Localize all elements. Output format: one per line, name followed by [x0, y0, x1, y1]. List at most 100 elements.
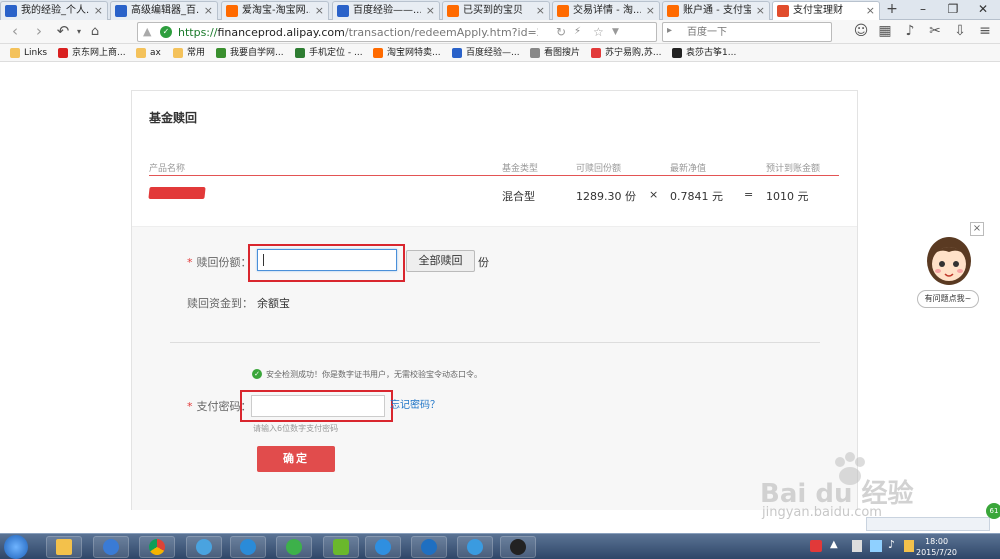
payment-password-input[interactable]	[251, 395, 385, 417]
close-icon[interactable]: ×	[536, 2, 545, 19]
menu-icon[interactable]: ≡	[976, 23, 994, 41]
bookmark-label: 苏宁易购,苏...	[605, 48, 662, 58]
confirm-button[interactable]: 确定	[257, 446, 335, 472]
speed-icon[interactable]: ⚡	[574, 26, 581, 37]
url-text[interactable]: https://financeprod.alipay.com/transacti…	[178, 26, 538, 39]
page-title: 基金赎回	[149, 111, 198, 125]
forward-icon[interactable]: ›	[30, 23, 48, 41]
close-icon[interactable]: ×	[204, 2, 213, 19]
tray-usb-icon[interactable]	[852, 540, 862, 552]
bookmark-item[interactable]: ax	[136, 46, 161, 60]
taskbar-app-icon[interactable]	[457, 536, 493, 558]
bookmark-item[interactable]: 淘宝网特卖...	[373, 46, 441, 60]
help-avatar-icon[interactable]	[920, 230, 978, 288]
tab-label: 已买到的宝贝	[463, 5, 523, 16]
speaker-icon[interactable]: ♪	[901, 23, 919, 41]
clock-time: 18:00	[924, 537, 949, 546]
leaf-icon	[295, 48, 305, 58]
bookmark-item[interactable]: 苏宁易购,苏...	[591, 46, 661, 60]
paw-icon	[452, 48, 462, 58]
home-icon[interactable]: ⌂	[86, 23, 104, 41]
close-icon[interactable]: ×	[866, 2, 875, 19]
browser-tab[interactable]: 账户通 - 支付宝 ×	[662, 1, 770, 20]
tab-label: 账户通 - 支付宝	[683, 5, 751, 16]
taskbar-k-icon[interactable]	[411, 536, 447, 558]
bookmark-item[interactable]: 手机定位 - ...	[295, 46, 363, 60]
bookmark-item[interactable]: 袁莎古筝1...	[672, 46, 736, 60]
redeem-card: 基金赎回 产品名称 基金类型 可赎回份额 最新净值 预计到账金额 混合型 128…	[131, 90, 858, 510]
redeem-all-button[interactable]: 全部赎回	[406, 250, 475, 272]
url-prefix: https://	[178, 26, 218, 39]
folder-icon	[10, 48, 20, 58]
window-close-button[interactable]: ✕	[968, 0, 998, 20]
browser-tab[interactable]: 我的经验_个人... ×	[0, 1, 108, 20]
windows-start-icon[interactable]	[4, 535, 28, 559]
browser-tab[interactable]: 爱淘宝-淘宝网... ×	[221, 1, 329, 20]
browser-tab-active[interactable]: 支付宝理财 ×	[772, 1, 880, 21]
bookmark-item[interactable]: 常用	[173, 46, 205, 60]
taskbar-media-icon[interactable]	[93, 536, 129, 558]
taskbar-chrome-icon[interactable]	[139, 536, 175, 558]
bookmark-label: 看图搜片	[544, 48, 581, 58]
browser-tab[interactable]: 高级编辑器_百... ×	[110, 1, 218, 20]
taskbar-plane-icon[interactable]	[186, 536, 222, 558]
bookmark-item[interactable]: 百度经验—...	[452, 46, 520, 60]
notification-tray-strip	[866, 517, 990, 531]
chevron-down-icon[interactable]: ▼	[612, 27, 619, 37]
star-icon[interactable]: ☆	[593, 25, 604, 39]
bookmark-label: 淘宝网特卖...	[387, 48, 441, 58]
bookmark-item[interactable]: Links	[10, 46, 47, 60]
browser-tab[interactable]: 百度经验——... ×	[332, 1, 440, 20]
header-divider	[149, 175, 839, 176]
taskbar-explorer-icon[interactable]	[46, 536, 82, 558]
tray-sogou-icon[interactable]	[810, 540, 822, 552]
close-icon[interactable]: ×	[426, 2, 435, 19]
taskbar-qq-icon[interactable]	[500, 536, 536, 558]
close-icon[interactable]: ×	[646, 2, 655, 19]
close-icon[interactable]: ×	[94, 2, 103, 19]
browser-tab-strip: 我的经验_个人... × 高级编辑器_百... × 爱淘宝-淘宝网... × 百度经验…	[0, 0, 1000, 21]
tray-security-icon[interactable]	[904, 540, 914, 552]
search-box[interactable]: ▸	[662, 22, 832, 42]
download-icon[interactable]: ⇩	[951, 23, 969, 41]
browser-tab[interactable]: 已买到的宝贝 ×	[442, 1, 550, 20]
scissors-icon[interactable]: ✂	[926, 23, 944, 41]
close-icon[interactable]: ×	[315, 2, 324, 19]
page-icon	[530, 48, 540, 58]
taskbar-iqiyi-icon[interactable]	[323, 536, 359, 558]
folder-icon	[136, 48, 146, 58]
taobao-icon	[447, 5, 459, 17]
bookmark-item[interactable]: 看图搜片	[530, 46, 580, 60]
browser-tab[interactable]: 交易详情 - 淘... ×	[552, 1, 660, 20]
new-tab-button[interactable]: +	[883, 1, 901, 19]
taskbar-browser-icon[interactable]	[230, 536, 266, 558]
system-clock[interactable]: 18:00 2015/7/20	[916, 536, 957, 558]
text-cursor	[263, 254, 264, 266]
maximize-button[interactable]: ❐	[938, 0, 968, 20]
back-icon[interactable]: ‹	[6, 23, 24, 41]
minimize-button[interactable]: –	[908, 0, 938, 20]
close-icon[interactable]: ×	[756, 2, 765, 19]
tray-network-icon[interactable]	[870, 540, 882, 552]
bookmark-item[interactable]: 我要自学网...	[216, 46, 284, 60]
url-path: /transaction/redeemApply.htm?id=20150521…	[344, 26, 538, 39]
address-bar[interactable]: ▲ ✓ https://financeprod.alipay.com/trans…	[137, 22, 657, 42]
browser-toolbar: ‹ › ↶ ▾ ⌂ ▲ ✓ https://financeprod.alipay…	[0, 20, 1000, 44]
help-bubble[interactable]: 有问题点我~	[917, 290, 979, 308]
tray-arrow-icon[interactable]: ▲	[830, 539, 838, 550]
forgot-password-link[interactable]: 忘记密码？	[390, 396, 440, 411]
refresh-icon[interactable]: ↻	[556, 25, 566, 39]
grid-icon[interactable]: ▦	[876, 23, 894, 41]
taobao-icon	[667, 5, 679, 17]
tray-volume-icon[interactable]: ♪	[888, 538, 895, 551]
redeem-share-input[interactable]	[257, 249, 397, 271]
password-hint: 请输入6位数字支付密码	[253, 424, 339, 433]
bookmark-label: ax	[150, 48, 161, 58]
dest-value: 余额宝	[257, 297, 290, 310]
smiley-icon[interactable]: ☺	[852, 23, 870, 41]
search-input[interactable]	[687, 25, 827, 39]
taskbar-player-icon[interactable]	[276, 536, 312, 558]
header-redeemable: 可赎回份额	[576, 164, 622, 174]
taskbar-360-icon[interactable]	[365, 536, 401, 558]
bookmark-item[interactable]: 京东网上商...	[58, 46, 126, 60]
